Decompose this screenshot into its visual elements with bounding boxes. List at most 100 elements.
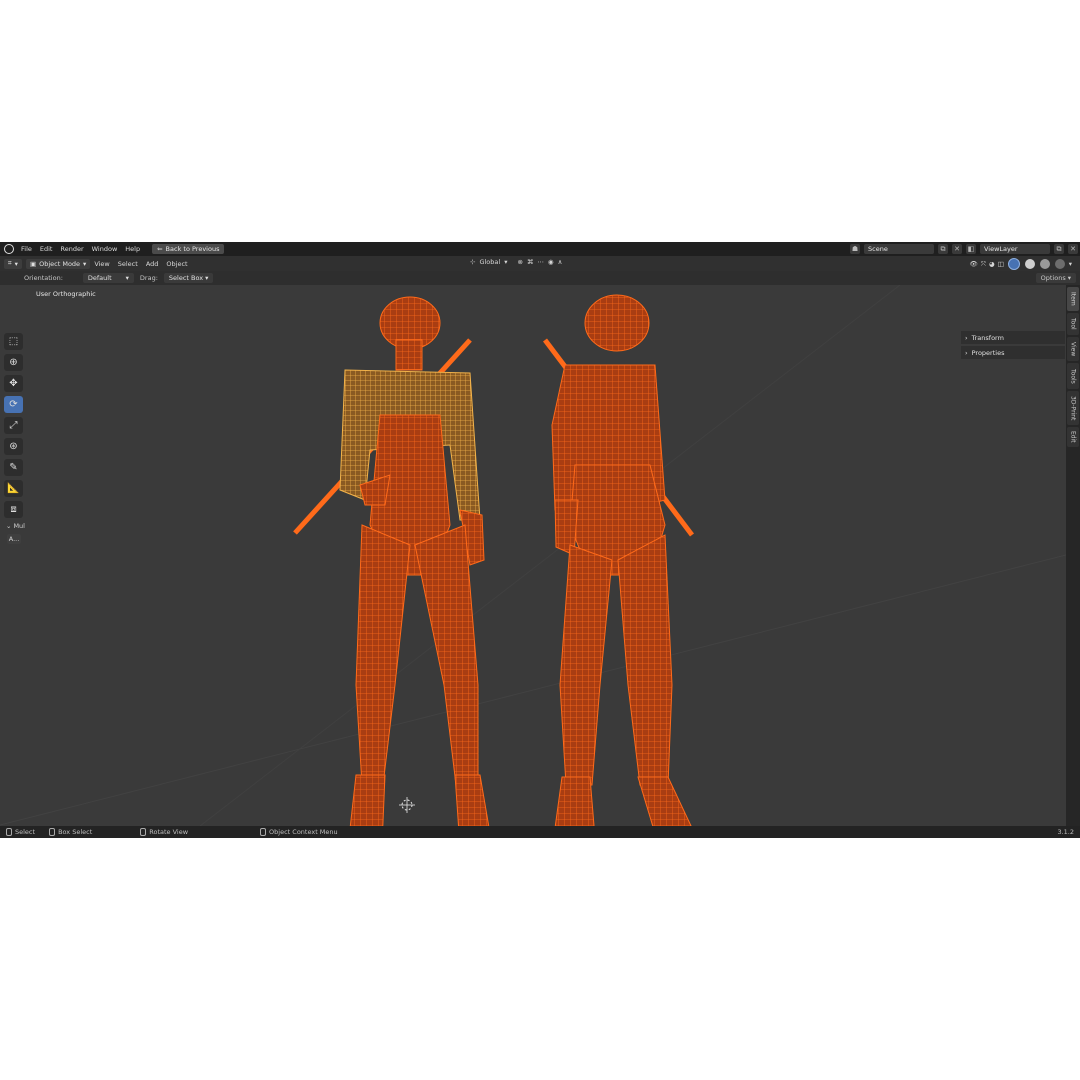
chevron-down-icon: ▾	[14, 259, 18, 268]
menu-edit[interactable]: Edit	[36, 245, 57, 253]
back-to-previous-button[interactable]: ⇐ Back to Previous	[152, 244, 225, 254]
orientation-icon: ⊹	[470, 258, 476, 266]
mouse-right-icon	[260, 828, 267, 836]
visibility-icon[interactable]: 👁	[969, 260, 977, 268]
scene-icon[interactable]: ☗	[850, 244, 860, 254]
tab-item[interactable]: Item	[1067, 287, 1079, 311]
xray-icon[interactable]: ◫	[998, 260, 1004, 268]
chevron-down-icon: ▾	[205, 274, 209, 282]
delete-scene-icon[interactable]: ✕	[952, 244, 962, 254]
back-icon: ⇐	[157, 245, 163, 253]
view-layer-icon[interactable]: ◧	[966, 244, 976, 254]
measure-tool-icon[interactable]: 📐	[4, 480, 23, 497]
view-layer-field[interactable]: ViewLayer	[980, 244, 1050, 254]
drag-dropdown[interactable]: Select Box ▾	[163, 273, 214, 283]
wireframe-shading-icon[interactable]	[1007, 258, 1020, 270]
character-front-wireframe[interactable]	[293, 296, 492, 826]
mode-label: Object Mode	[39, 259, 81, 268]
rotate-tool-icon[interactable]: ⟳	[4, 396, 23, 413]
snap-icon[interactable]: ⌘	[527, 258, 534, 266]
tab-tool[interactable]: Tool	[1067, 313, 1079, 335]
blender-logo-icon[interactable]	[4, 244, 14, 254]
chevron-down-icon: ▾	[1067, 274, 1071, 282]
chevron-down-icon: ▾	[504, 258, 508, 266]
menu-window[interactable]: Window	[88, 245, 122, 253]
editor-type-icon: ⌗	[8, 259, 12, 267]
orientation-global-dropdown[interactable]: Global	[479, 258, 500, 266]
3d-cursor-icon	[399, 797, 415, 813]
falloff-icon[interactable]: ∧	[558, 258, 563, 266]
chevron-down-icon[interactable]: ▾	[1069, 260, 1072, 268]
header-menu-view[interactable]: View	[90, 260, 113, 268]
operator-panel-title: Mul	[13, 522, 25, 530]
operator-button[interactable]: A...	[7, 534, 21, 544]
status-rotate-view-label: Rotate View	[149, 828, 189, 836]
operator-panel-header[interactable]: ⌄ Mul	[6, 522, 26, 530]
editor-type-dropdown[interactable]: ⌗ ▾	[4, 258, 22, 269]
options-dropdown[interactable]: Options ▾	[1035, 273, 1076, 283]
pivot-icon[interactable]: ⊗	[517, 258, 522, 266]
panel-transform[interactable]: › Transform	[961, 331, 1065, 344]
tab-view[interactable]: View	[1067, 337, 1079, 361]
chevron-down-icon: ▾	[125, 274, 129, 282]
orientation-label: Orientation:	[24, 274, 63, 282]
header-menu-add[interactable]: Add	[142, 260, 163, 268]
transform-tool-icon[interactable]: ⊛	[4, 438, 23, 455]
gizmo-icon[interactable]: ⤧	[981, 260, 986, 269]
shading-controls: 👁 ⤧ ◕ ◫ ▾	[969, 258, 1072, 270]
select-box-tool-icon[interactable]: ⬚	[4, 333, 23, 350]
snap-target-icon[interactable]: ⋯	[537, 258, 544, 266]
mouse-left-icon	[6, 828, 12, 836]
add-cube-tool-icon[interactable]: ⧈	[4, 501, 23, 518]
solid-shading-icon[interactable]	[1024, 259, 1035, 269]
transform-controls: ⊹ Global ▾ ⊗ ⌘ ⋯ ◉ ∧	[470, 258, 562, 266]
panel-properties[interactable]: › Properties	[961, 346, 1065, 359]
cursor-tool-icon[interactable]: ⊕	[4, 354, 23, 371]
viewport-canvas	[0, 285, 1066, 826]
top-menu-bar: File Edit Render Window Help ⇐ Back to P…	[0, 242, 1080, 256]
move-tool-icon[interactable]: ✥	[4, 375, 23, 392]
tool-settings-bar: Orientation: Default ▾ Drag: Select Box …	[0, 271, 1080, 285]
tab-edit[interactable]: Edit	[1067, 427, 1079, 447]
chevron-down-icon: ▾	[83, 259, 87, 268]
orientation-dropdown[interactable]: Default ▾	[82, 273, 134, 283]
viewport-header: ⌗ ▾ ▣ Object Mode ▾ View Select Add Objec…	[0, 256, 1080, 271]
scene-field[interactable]: Scene	[864, 244, 934, 254]
annotate-tool-icon[interactable]: ✎	[4, 459, 23, 476]
scale-tool-icon[interactable]: ⤢	[4, 417, 23, 434]
menu-help[interactable]: Help	[121, 245, 144, 253]
tab-3d-print[interactable]: 3D-Print	[1067, 391, 1079, 425]
3d-viewport[interactable]: User Orthographic ⬚ ⊕ ✥ ⟳ ⤢ ⊛ ✎ 📐 ⧈ ⌄ Mu…	[0, 285, 1066, 826]
status-box-select-label: Box Select	[58, 828, 93, 836]
menu-render[interactable]: Render	[56, 245, 87, 253]
orientation-value: Default	[87, 274, 112, 282]
status-rotate-view: Rotate View	[140, 828, 188, 836]
new-scene-icon[interactable]: ⧉	[938, 244, 948, 254]
delete-view-layer-icon[interactable]: ✕	[1068, 244, 1078, 254]
toolbar: ⬚ ⊕ ✥ ⟳ ⤢ ⊛ ✎ 📐 ⧈ ⌄ Mul A...	[4, 333, 26, 544]
header-menu-object[interactable]: Object	[162, 260, 191, 268]
tab-tools[interactable]: Tools	[1067, 363, 1079, 389]
status-bar: Select Box Select Rotate View Object Con…	[0, 826, 1080, 838]
overlays-icon[interactable]: ◕	[989, 260, 995, 268]
material-shading-icon[interactable]	[1039, 259, 1050, 269]
chevron-right-icon: ›	[965, 333, 968, 342]
header-menu-select[interactable]: Select	[114, 260, 142, 268]
mode-dropdown[interactable]: ▣ Object Mode ▾	[25, 258, 91, 269]
chevron-down-icon: ⌄	[6, 522, 12, 530]
sidebar-panel: › Transform › Properties	[961, 331, 1065, 361]
rendered-shading-icon[interactable]	[1054, 259, 1065, 269]
mouse-middle-icon	[140, 828, 147, 836]
drag-value: Select Box	[168, 274, 204, 282]
status-select-label: Select	[15, 828, 36, 836]
proportional-edit-icon[interactable]: ◉	[548, 258, 554, 266]
version-label: 3.1.2	[1057, 828, 1074, 836]
sidebar-tabs: Item Tool View Tools 3D-Print Edit	[1066, 285, 1080, 826]
character-back-wireframe[interactable]	[543, 294, 700, 826]
back-to-previous-label: Back to Previous	[165, 245, 220, 253]
status-context-menu: Object Context Menu	[260, 828, 338, 836]
status-select: Select	[6, 828, 35, 836]
menu-file[interactable]: File	[17, 245, 36, 253]
new-view-layer-icon[interactable]: ⧉	[1054, 244, 1064, 254]
blender-window: File Edit Render Window Help ⇐ Back to P…	[0, 242, 1080, 838]
